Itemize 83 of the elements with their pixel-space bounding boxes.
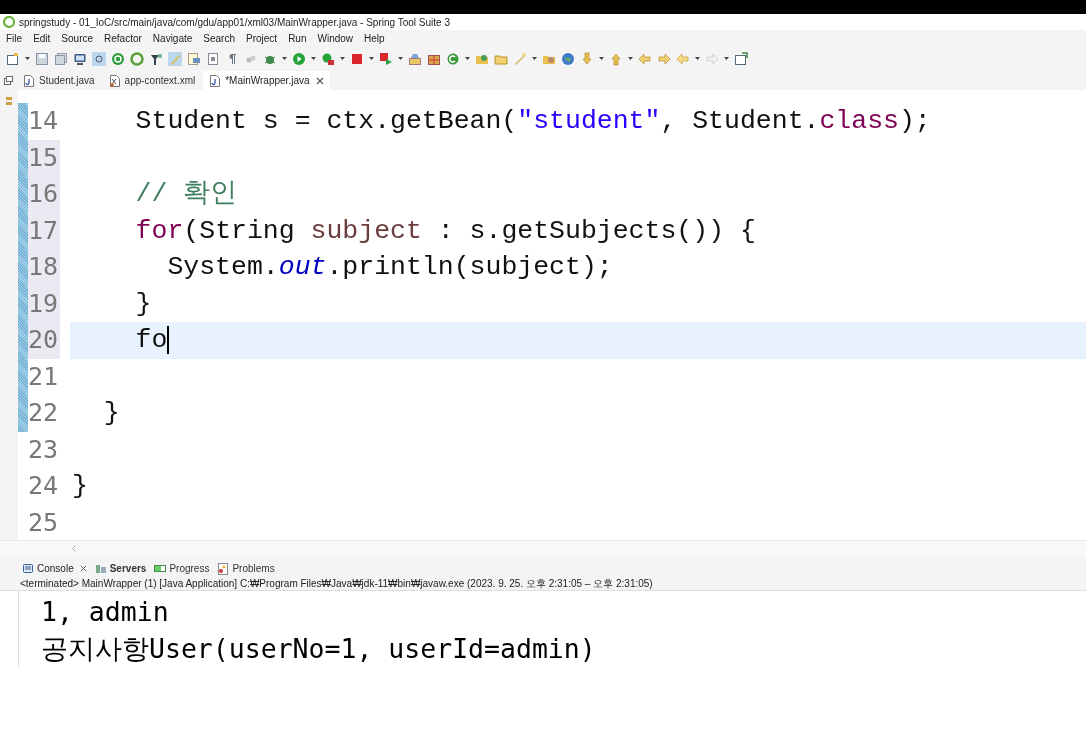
code-line: fo	[134, 324, 168, 358]
view-tab[interactable]: Progress	[154, 560, 210, 577]
window-title: springstudy - 01_IoC/src/main/java/com/gdu/app01/xml03/MainWrapper.java - Spring Tool Suite 3	[19, 15, 450, 30]
line-number: 24	[28, 470, 60, 502]
console-status: <terminated> MainWrapper (1) [Java Application] C:₩Program Files₩Java₩jdk-11₩bin₩javaw.exe (2023. 9. 25. 오후 2:31:05 – 오후 2:31:05)	[0, 577, 1086, 591]
dropdown-icon[interactable]	[282, 57, 287, 60]
app-logo-icon	[3, 16, 15, 28]
line-number: 15	[28, 139, 60, 176]
xml-file-icon	[108, 74, 121, 87]
close-icon[interactable]	[315, 76, 324, 85]
monitor-icon[interactable]	[73, 51, 87, 66]
line-number: 17	[28, 212, 60, 249]
edit-icon[interactable]	[187, 51, 201, 66]
java-file-icon	[23, 74, 35, 87]
editor-tab[interactable]: Student.java	[17, 71, 101, 90]
code-line: }	[102, 397, 120, 431]
line-number: 23	[28, 433, 60, 466]
menu-item[interactable]: Source	[61, 31, 94, 46]
menu-item[interactable]: Navigate	[152, 31, 193, 46]
dropdown-icon[interactable]	[695, 57, 700, 60]
dropdown-icon[interactable]	[628, 57, 633, 60]
menu-item[interactable]: Refactor	[104, 31, 142, 46]
terminate-icon[interactable]	[379, 51, 393, 66]
servers-icon	[94, 562, 107, 575]
tool-icon[interactable]	[149, 51, 163, 66]
new-icon[interactable]	[6, 51, 20, 66]
globe-icon[interactable]	[561, 51, 575, 66]
save-all-icon[interactable]	[54, 51, 68, 66]
line-number: 25	[28, 506, 60, 539]
console-icon	[22, 562, 34, 575]
menu-item[interactable]: Help	[364, 31, 385, 46]
code-line: for(String subject : s.getSubjects()) {	[134, 214, 756, 248]
scroll-left-icon[interactable]	[72, 545, 76, 552]
run-icon[interactable]	[292, 51, 306, 66]
dropdown-icon[interactable]	[311, 57, 316, 60]
menu-item[interactable]: Project	[246, 31, 278, 46]
menu-item[interactable]: Search	[203, 31, 235, 46]
dropdown-icon[interactable]	[465, 57, 470, 60]
line-number: 21	[28, 360, 60, 393]
line-number: 22	[28, 397, 60, 429]
view-tab[interactable]: Servers	[94, 560, 147, 577]
save-icon[interactable]	[35, 51, 49, 66]
dropdown-icon[interactable]	[532, 57, 537, 60]
console-output-line: 1, admin	[41, 595, 169, 629]
stop-icon[interactable]	[350, 51, 364, 66]
editor-tab[interactable]: app-context.xml	[102, 71, 202, 90]
close-icon[interactable]	[79, 565, 87, 572]
run-config-icon[interactable]	[321, 51, 335, 66]
view-tab[interactable]: Console	[22, 560, 87, 577]
view-tab[interactable]: Problems	[217, 560, 275, 577]
code-line: }	[134, 287, 152, 321]
line-number: 16	[28, 176, 60, 213]
forward-edit-icon[interactable]	[657, 51, 671, 66]
build-icon[interactable]	[408, 51, 422, 66]
dropdown-icon[interactable]	[599, 57, 604, 60]
menu-item[interactable]: File	[6, 31, 23, 46]
power-icon[interactable]	[111, 51, 125, 66]
dropdown-icon[interactable]	[25, 57, 30, 60]
code-line: // 확인	[134, 178, 238, 212]
dropdown-icon[interactable]	[398, 57, 403, 60]
block-icon[interactable]	[206, 51, 220, 66]
minimize-icon[interactable]	[5, 96, 13, 106]
menu-item[interactable]: Window	[317, 31, 354, 46]
console-output-line: 공지사항User(userNo=1, userId=admin)	[41, 632, 596, 666]
java-file-icon	[209, 74, 222, 87]
menu-item[interactable]: Edit	[33, 31, 51, 46]
text-cursor	[167, 326, 170, 355]
menu-item[interactable]: Run	[288, 31, 307, 46]
code-line: }	[72, 470, 88, 504]
restore-icon[interactable]	[4, 76, 13, 85]
code-line: System.out.println(subject);	[166, 251, 613, 285]
back-edit-icon[interactable]	[638, 51, 652, 66]
line-number: 19	[28, 285, 60, 322]
line-number: 20	[28, 322, 60, 359]
dropdown-icon[interactable]	[369, 57, 374, 60]
open-perspective-icon[interactable]	[734, 51, 748, 66]
code-line: Student s = ctx.getBean("student", Student.class);	[134, 105, 931, 139]
line-number: 14	[28, 105, 60, 137]
dropdown-icon[interactable]	[340, 57, 345, 60]
dropdown-icon[interactable]	[724, 57, 729, 60]
line-number: 18	[28, 249, 60, 286]
editor-tab[interactable]: *MainWrapper.java	[203, 71, 330, 90]
refresh-icon[interactable]	[446, 51, 460, 66]
